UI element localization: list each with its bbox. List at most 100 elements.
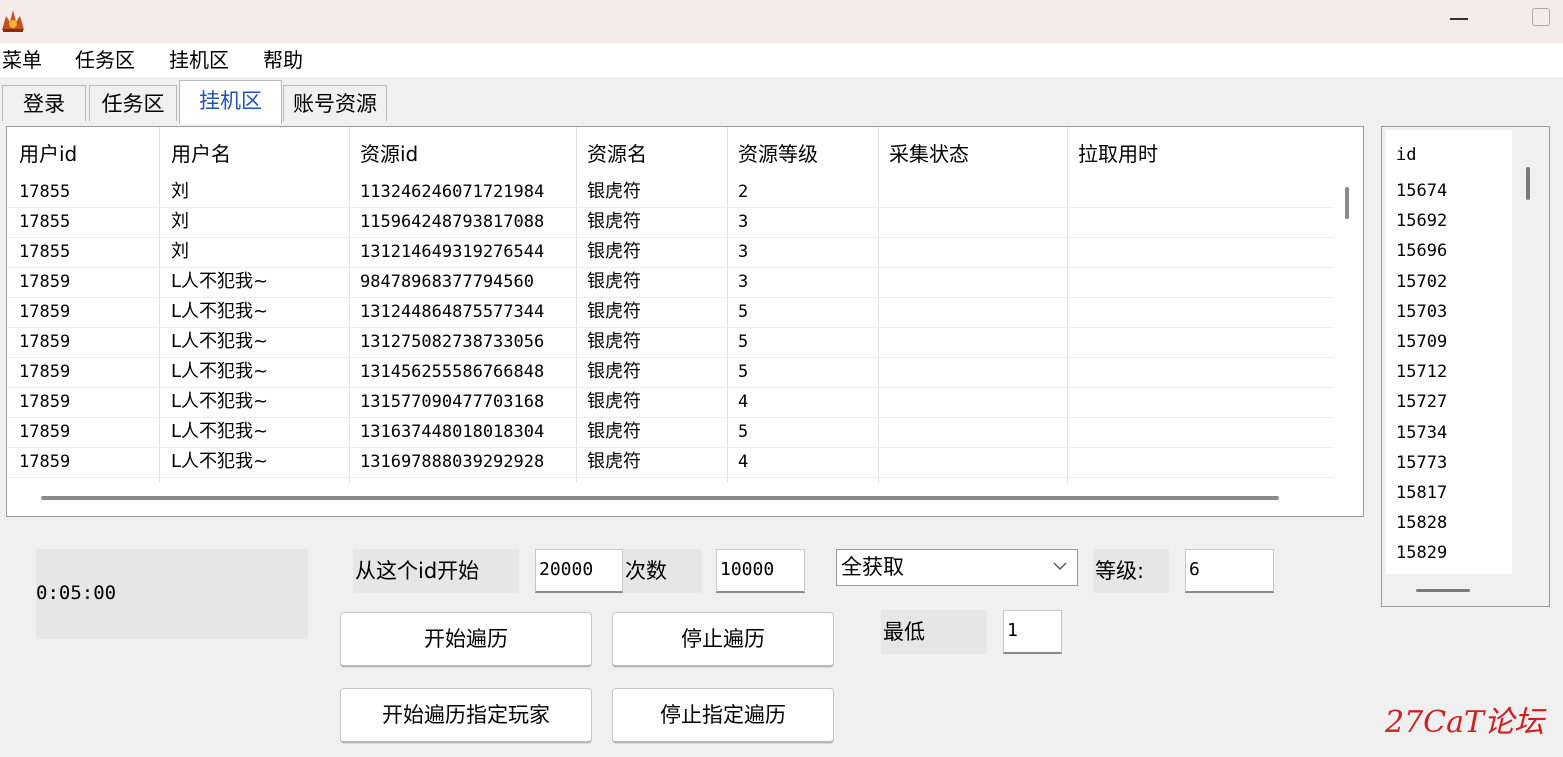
table-row[interactable]: 17859 L人不犯我~ 131637448018018304 银虎符 5 [7,417,1333,448]
cell-resource-level: 3 [738,242,749,262]
start-id-input[interactable]: 20000 [535,549,623,593]
table-row[interactable]: 17859 L人不犯我~ 131456255586766848 银虎符 5 [7,357,1333,388]
id-list-header: id [1396,145,1417,165]
minimize-button[interactable] [1446,8,1476,28]
cell-resource-name: 银虎符 [587,271,641,292]
cell-resource-id: 131214649319276544 [360,242,545,262]
count-label: 次数 [623,549,701,593]
cell-resource-level: 2 [738,182,749,202]
table-viewport: 用户id 用户名 资源id 资源名 资源等级 采集状态 拉取用时 17855 刘 1… [7,127,1333,483]
id-list-horizontal-scrollbar[interactable] [1416,589,1470,592]
id-list-item[interactable]: 15712 [1396,359,1447,385]
cell-user-id: 17855 [19,242,71,262]
cell-user-id: 17859 [19,332,71,352]
cell-resource-name: 银虎符 [587,241,641,262]
cell-resource-name: 银虎符 [587,331,641,352]
cell-username: 刘 [171,181,189,202]
cell-resource-id: 131637448018018304 [360,422,545,442]
table-row[interactable]: 17855 刘 131214649319276544 银虎符 3 [7,237,1333,268]
cell-username: L人不犯我~ [171,421,269,442]
id-list-item[interactable]: 15829 [1396,540,1447,566]
id-list-item[interactable]: 15696 [1396,238,1447,264]
table-row[interactable]: 17855 刘 115964248793817088 银虎符 3 [7,207,1333,238]
resource-table[interactable]: 用户id 用户名 资源id 资源名 资源等级 采集状态 拉取用时 17855 刘 1… [6,126,1364,517]
tab-login[interactable]: 登录 [2,85,86,121]
cell-resource-level: 4 [738,452,749,472]
cell-resource-id: 115964248793817088 [360,212,545,232]
cell-resource-name: 银虎符 [587,181,641,202]
horizontal-scrollbar[interactable] [41,496,1279,500]
count-input[interactable]: 10000 [716,549,805,593]
column-header-user-id[interactable]: 用户id [19,141,77,167]
start-traverse-button[interactable]: 开始遍历 [340,612,592,667]
id-list-panel[interactable]: id 15674 15692 15696 15702 15703 15709 15712 15… [1381,126,1550,607]
id-list-vertical-scrollbar[interactable] [1526,167,1530,200]
id-list-item[interactable]: 15702 [1396,269,1447,295]
cell-resource-level: 5 [738,422,749,442]
table-row[interactable]: 17859 L人不犯我~ 131697888039292928 银虎符 4 [7,447,1333,478]
start-id-label: 从这个id开始 [353,549,519,593]
cell-user-id: 17855 [19,212,71,232]
id-list-item[interactable]: 15709 [1396,329,1447,355]
cell-user-id: 17859 [19,392,71,412]
id-list-item[interactable]: 15692 [1396,208,1447,234]
id-list-item[interactable]: 15727 [1396,389,1447,415]
fetch-mode-value: 全获取 [841,555,904,579]
column-header-resource-name[interactable]: 资源名 [587,141,647,167]
menu-item-menu[interactable]: 菜单 [2,47,42,73]
tab-strip: 登录 任务区 挂机区 账号资源 [0,77,1563,125]
table-row[interactable]: 17859 L人不犯我~ 98478968377794560 银虎符 3 [7,267,1333,298]
id-list-item[interactable]: 15703 [1396,299,1447,325]
level-input[interactable]: 6 [1185,549,1274,593]
chevron-down-icon [1053,562,1067,570]
id-list-item[interactable]: 15828 [1396,510,1447,536]
start-player-traverse-button[interactable]: 开始遍历指定玩家 [340,688,592,743]
menu-item-help[interactable]: 帮助 [263,47,303,73]
column-header-resource-level[interactable]: 资源等级 [738,141,818,167]
cell-username: 刘 [171,241,189,262]
table-row-partial [7,477,1333,483]
tab-idle-area[interactable]: 挂机区 [179,80,282,124]
tab-task-area[interactable]: 任务区 [89,85,177,121]
table-row[interactable]: 17859 L人不犯我~ 131577090477703168 银虎符 4 [7,387,1333,418]
tab-account-resources[interactable]: 账号资源 [283,85,387,121]
vertical-scrollbar[interactable] [1345,187,1349,219]
stop-traverse-button[interactable]: 停止遍历 [612,612,834,667]
column-header-resource-id[interactable]: 资源id [360,141,418,167]
stop-player-traverse-button[interactable]: 停止指定遍历 [612,688,834,743]
column-header-username[interactable]: 用户名 [171,141,231,167]
cell-resource-id: 131456255586766848 [360,362,545,382]
table-row[interactable]: 17855 刘 113246246071721984 银虎符 2 [7,177,1333,208]
id-list[interactable]: id 15674 15692 15696 15702 15703 15709 15712 15… [1386,130,1512,574]
elapsed-timer: 0:05:00 [36,582,117,604]
cell-user-id: 17859 [19,422,71,442]
cell-user-id: 17859 [19,452,71,472]
cell-resource-name: 银虎符 [587,451,641,472]
cell-resource-id: 131275082738733056 [360,332,545,352]
min-level-label: 最低 [881,610,987,654]
cell-resource-level: 3 [738,212,749,232]
min-level-input[interactable]: 1 [1003,610,1062,654]
cell-resource-id: 131244864875577344 [360,302,545,322]
id-list-item[interactable]: 15773 [1396,450,1447,476]
cell-user-id: 17859 [19,302,71,322]
column-header-fetch-time[interactable]: 拉取用时 [1078,141,1158,167]
fetch-mode-select[interactable]: 全获取 [836,549,1078,586]
id-list-item[interactable]: 15674 [1396,178,1447,204]
column-header-collect-status[interactable]: 采集状态 [889,141,969,167]
maximize-button[interactable] [1532,8,1550,26]
level-label: 等级: [1093,549,1169,593]
id-list-item[interactable]: 15817 [1396,480,1447,506]
menu-item-idle-area[interactable]: 挂机区 [169,47,229,73]
menu-item-task-area[interactable]: 任务区 [75,47,135,73]
cell-user-id: 17859 [19,362,71,382]
cell-username: 刘 [171,211,189,232]
table-row[interactable]: 17859 L人不犯我~ 131244864875577344 银虎符 5 [7,297,1333,328]
cell-resource-level: 5 [738,302,749,322]
forum-watermark: 27CaT论坛 [1385,705,1545,740]
cell-resource-id: 98478968377794560 [360,272,534,292]
id-list-item[interactable]: 15734 [1396,420,1447,446]
cell-resource-level: 4 [738,392,749,412]
cell-resource-name: 银虎符 [587,301,641,322]
table-row[interactable]: 17859 L人不犯我~ 131275082738733056 银虎符 5 [7,327,1333,358]
